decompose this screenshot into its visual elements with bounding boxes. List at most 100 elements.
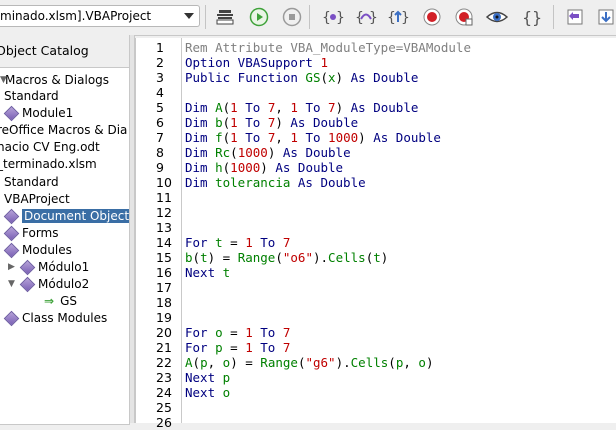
tree-item-forms[interactable]: Forms [3, 225, 59, 242]
code-token: For [185, 340, 216, 355]
insert-button[interactable] [563, 5, 587, 29]
tree-item-modules[interactable]: Modules [3, 242, 72, 259]
tree-item-standard[interactable]: Standard [4, 88, 59, 105]
code-line[interactable]: For t = 1 To 7 [185, 235, 290, 250]
code-line[interactable]: Next o [185, 385, 230, 400]
code-token: To [237, 100, 268, 115]
code-token: ( [388, 355, 396, 370]
code-token: t [215, 235, 223, 250]
code-token: t [200, 250, 208, 265]
chevron-down-icon[interactable] [184, 13, 194, 19]
line-number: 6 [156, 115, 164, 130]
run-icon [249, 7, 269, 27]
step-into-button[interactable]: {} [321, 5, 345, 29]
code-token: "g6" [305, 355, 336, 370]
tree-item-standard[interactable]: Standard [4, 174, 59, 191]
code-line[interactable]: Next t [185, 265, 230, 280]
expander-icon[interactable]: ▼ [0, 72, 7, 89]
code-token: Public Function [185, 70, 306, 85]
tree-item-macros-dialogs[interactable]: ▼ Macros & Dialogs [0, 72, 109, 89]
tree-item-gs[interactable]: ⇒ GS [44, 293, 77, 310]
step-out-button[interactable]: {} [386, 5, 410, 29]
code-token: ( [320, 70, 329, 85]
code-line[interactable]: Dim b(1 To 7) As Double [185, 115, 358, 130]
enable-watch-button[interactable] [485, 5, 509, 29]
stop-button[interactable] [280, 5, 304, 29]
stop-icon [282, 7, 302, 27]
code-token: As Double [290, 175, 366, 190]
tree-item-label: Forms [22, 226, 59, 240]
code-token: As Double [373, 130, 441, 145]
code-token: ) [335, 100, 351, 115]
svg-text:{: { [322, 10, 331, 26]
save-button[interactable] [594, 5, 616, 29]
svg-text:{: { [522, 8, 532, 27]
tree-item-document-odt[interactable]: nacio CV Eng.odt [0, 139, 100, 156]
code-line[interactable]: A(p, o) = Range("g6").Cells(p, o) [185, 355, 433, 370]
code-line[interactable]: Public Function GS(x) As Double [185, 70, 418, 85]
code-line[interactable]: Dim tolerancia As Double [185, 175, 366, 190]
code-token: For [185, 235, 216, 250]
folder-icon [3, 310, 20, 327]
line-number: 21 [156, 340, 172, 355]
code-line[interactable]: Rem Attribute VBA_ModuleType=VBAModule [185, 40, 471, 55]
code-token: = [222, 235, 246, 250]
code-token: ) [425, 355, 434, 370]
tree-item-label: Módulo1 [38, 260, 90, 274]
tree-item-vbaproject[interactable]: VBAProject [4, 191, 70, 208]
watch-icon [486, 11, 508, 23]
line-number: 18 [156, 295, 172, 310]
code-token: Rc [215, 145, 231, 160]
code-token: o [215, 325, 223, 340]
code-line[interactable]: b(t) = Range("o6").Cells(t) [185, 250, 388, 265]
code-token: Cells [350, 355, 389, 370]
code-line[interactable]: Dim A(1 To 7, 1 To 7) As Double [185, 100, 418, 115]
code-token: p [215, 340, 223, 355]
code-line[interactable]: Dim f(1 To 7, 1 To 1000) As Double [185, 130, 441, 145]
code-line[interactable]: Dim Rc(1000) As Double [185, 145, 351, 160]
breakpoint-button[interactable] [420, 5, 444, 29]
code-token: "o6" [282, 250, 313, 265]
tree-item-module1[interactable]: Module1 [3, 105, 73, 122]
step-over-icon: {} [355, 10, 377, 26]
code-token: ) = [230, 355, 261, 370]
line-number: 14 [156, 235, 172, 250]
tree-item-label: Macros & Dialogs [5, 73, 110, 87]
chevron-right-icon[interactable]: ▶ [8, 259, 15, 276]
chevron-down-icon[interactable]: ▼ [8, 276, 15, 293]
tree-item-document-xlsm[interactable]: _terminado.xlsm [0, 156, 97, 173]
code-token: Dim [185, 175, 216, 190]
code-token: 1 [230, 115, 238, 130]
code-token: h [215, 160, 223, 175]
code-line[interactable]: Dim h(1000) As Double [185, 160, 343, 175]
library-selector[interactable]: minado.xlsm].VBAProject [0, 5, 200, 27]
code-editor[interactable]: 1 2 3 4 5 6 7 8 9 10 11 12 13 14 15 16 17 18 19 20 21 22 23 24 2… [135, 38, 616, 430]
find-parentheses-button[interactable]: {} [519, 5, 543, 29]
code-token: A [215, 100, 223, 115]
code-area[interactable]: Rem Attribute VBA_ModuleType=VBAModule Op… [185, 38, 616, 423]
code-line[interactable]: Option VBASupport 1 [185, 55, 328, 70]
code-token: t [373, 250, 381, 265]
code-token: 1 [245, 325, 253, 340]
line-number-gutter[interactable]: 1 2 3 4 5 6 7 8 9 10 11 12 13 14 15 16 17 18 19 20 21 22 23 24 2… [136, 38, 182, 430]
code-line[interactable]: Next p [185, 370, 230, 385]
code-token: x [328, 70, 336, 85]
manage-breakpoints-button[interactable] [452, 5, 476, 29]
tree-item-class-modules[interactable]: Class Modules [3, 310, 107, 327]
code-line[interactable]: For o = 1 To 7 [185, 325, 290, 340]
step-over-button[interactable]: {} [354, 5, 378, 29]
svg-text:}: } [532, 8, 542, 27]
module-icon [3, 105, 20, 122]
code-token: ). [312, 250, 329, 265]
tree-item-document-objects[interactable]: Document Objects [3, 208, 129, 225]
tree-item-modulo2[interactable]: ▼ Módulo2 [8, 276, 89, 293]
tree-item-modulo1[interactable]: ▶ Módulo1 [8, 259, 89, 276]
line-number: 12 [156, 205, 172, 220]
compile-button[interactable] [213, 5, 237, 29]
run-button[interactable] [247, 5, 271, 29]
tree-item-office-macros[interactable]: reOffice Macros & Dia [0, 122, 127, 139]
object-catalog-tree[interactable]: ▼ Macros & Dialogs Standard Module1 reOf… [0, 67, 130, 425]
arrow-right-icon: ⇒ [44, 294, 55, 308]
code-line[interactable]: For p = 1 To 7 [185, 340, 290, 355]
code-token: ) [380, 250, 389, 265]
